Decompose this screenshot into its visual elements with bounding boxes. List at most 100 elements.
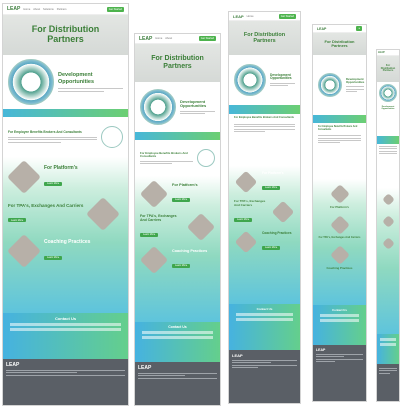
- footer-logo: LEAP: [138, 365, 152, 371]
- logo[interactable]: LEAP: [7, 6, 20, 12]
- nav-cta-button[interactable]: Get Started: [106, 6, 124, 12]
- platforms-title: For Platform's: [172, 183, 198, 187]
- tpa-image: [329, 215, 350, 235]
- coaching-image: [329, 245, 350, 265]
- coaching-image: [7, 234, 41, 268]
- coaching-image: [139, 245, 169, 275]
- audience-sections: For Platform's For TPA's, Exchanges And …: [313, 179, 366, 305]
- contact-field[interactable]: [380, 343, 396, 346]
- audience-sections: For Platform's Learn More For TPA's, Exc…: [135, 176, 220, 322]
- nav-link-about[interactable]: About: [33, 8, 40, 11]
- coaching-image: [234, 230, 258, 254]
- mobile-frame: LEAP For Distribution Partners Developme…: [376, 49, 400, 402]
- platforms-row: For Platform's Learn More: [7, 160, 123, 194]
- logo[interactable]: LEAP: [317, 27, 326, 31]
- tpa-row: For TPA's, Exchanges And Carriers Learn …: [234, 199, 295, 225]
- audience-sections: For Platform's Learn More For TPA's, Exc…: [3, 157, 128, 313]
- contact-section: Contact Us: [135, 322, 220, 362]
- footer: [377, 364, 399, 401]
- contact-field[interactable]: [142, 336, 213, 339]
- tpa-image: [186, 212, 216, 242]
- coaching-button[interactable]: Learn More: [262, 245, 281, 250]
- nav-link-about[interactable]: About: [165, 37, 172, 40]
- tpa-image: [271, 200, 295, 224]
- tpa-title: For TPA's, Exchanges And Carriers: [234, 199, 266, 207]
- contact-field[interactable]: [142, 331, 213, 334]
- platforms-button[interactable]: Learn More: [44, 181, 63, 186]
- tpa-row: For TPA's, Exchanges And Carriers Learn …: [8, 197, 123, 231]
- tpa-title: For TPA's, Exchanges And Carriers: [318, 236, 361, 239]
- footer: LEAP: [3, 359, 128, 405]
- nav-link-partners[interactable]: Partners: [57, 8, 67, 11]
- employee-benefits-section: [377, 144, 399, 188]
- employee-benefits-title: For Employee Benefits Brokers And Consul…: [234, 116, 295, 119]
- footer-logo: LEAP: [6, 362, 20, 368]
- employee-benefits-title: For Employee Benefits Brokers And Consul…: [8, 130, 82, 135]
- tpa-image: [86, 197, 121, 231]
- highlight-band: [313, 115, 366, 123]
- contact-title: Contact Us: [256, 307, 273, 311]
- nav-cta-button[interactable]: Get Started: [198, 36, 216, 41]
- nav-menu-button[interactable]: ≡: [356, 26, 362, 31]
- platforms-row: For Platform's Learn More: [139, 179, 215, 209]
- tpa-button[interactable]: Learn More: [234, 217, 253, 222]
- opportunities-section: Development Opportunities: [229, 55, 300, 105]
- tpa-button[interactable]: Learn More: [8, 218, 27, 222]
- top-nav: LEAP Home About Solutions Partners Get S…: [3, 4, 128, 15]
- hero-title: For Distribution Partners: [31, 24, 100, 44]
- tpa-title: For TPA's, Exchanges And Carriers: [8, 202, 84, 208]
- employee-benefits-section: For Employee Benefits Brokers And Consul…: [229, 114, 300, 166]
- nav-link-home[interactable]: Home: [247, 15, 254, 18]
- hero-banner: For Distribution Partners: [229, 21, 300, 55]
- nav-cta-button[interactable]: Get Started: [278, 13, 296, 19]
- employee-benefits-title: For Employee Benefits Brokers And Consul…: [140, 151, 188, 159]
- coaching-button[interactable]: Learn More: [44, 255, 63, 260]
- contact-field[interactable]: [320, 319, 359, 322]
- coaching-button[interactable]: Learn More: [172, 263, 191, 268]
- contact-field[interactable]: [236, 318, 293, 321]
- wheel-graphic: [379, 84, 397, 102]
- tpa-button[interactable]: Learn More: [140, 232, 159, 237]
- opportunities-title: Development Opportunities: [58, 72, 95, 85]
- logo[interactable]: LEAP: [378, 51, 385, 54]
- hero-title: For Distribution Partners: [243, 31, 286, 44]
- employee-benefits-section: For Employee Benefits Brokers And Consul…: [313, 123, 366, 179]
- hero-title: For Distribution Partners: [151, 55, 204, 70]
- contact-field[interactable]: [380, 338, 396, 341]
- employee-benefits-section: For Employee Benefits Brokers And Consul…: [3, 117, 128, 157]
- employee-benefits-title: For Employee Benefits Brokers And Consul…: [318, 126, 358, 131]
- highlight-band: [135, 132, 220, 140]
- highlight-band: [3, 109, 128, 117]
- coaching-row: Coaching Practices Learn More: [234, 230, 295, 254]
- platforms-button[interactable]: Learn More: [172, 197, 191, 202]
- contact-section: Contact Us: [3, 313, 128, 359]
- logo[interactable]: LEAP: [139, 36, 152, 42]
- coaching-image: [381, 237, 395, 250]
- opportunities-title: Development Opportunities: [270, 72, 292, 81]
- logo[interactable]: LEAP: [233, 14, 244, 19]
- coaching-title: Coaching Practices: [44, 239, 91, 245]
- platforms-image: [329, 184, 350, 204]
- platforms-button[interactable]: Learn More: [262, 185, 281, 190]
- wheel-graphic: [140, 89, 176, 125]
- wheel-graphic: [8, 59, 54, 105]
- platforms-row: For Platform's Learn More: [234, 170, 295, 194]
- coaching-title: Coaching Practices: [262, 231, 292, 235]
- hero-banner: For Distribution Partners: [3, 15, 128, 55]
- contact-field[interactable]: [236, 313, 293, 316]
- footer: LEAP: [135, 362, 220, 405]
- nav-link-home[interactable]: Home: [23, 8, 30, 11]
- footer-logo: LEAP: [232, 353, 243, 358]
- coaching-row: Coaching Practices Learn More: [7, 234, 123, 268]
- contact-field[interactable]: [320, 314, 359, 317]
- contact-field[interactable]: [10, 328, 121, 331]
- nav-link-solutions[interactable]: Solutions: [43, 8, 54, 11]
- contact-field[interactable]: [10, 323, 121, 326]
- tpa-image: [381, 215, 395, 228]
- opportunities-section: Development Opportunities: [313, 55, 366, 115]
- highlight-band: [229, 105, 300, 114]
- employee-benefits-section: For Employee Benefits Brokers And Consul…: [135, 140, 220, 176]
- small-tablet-frame: LEAP ≡ For Distribution Partners Develop…: [312, 24, 367, 402]
- nav-link-home[interactable]: Home: [155, 37, 162, 40]
- top-nav: LEAP Home Get Started: [229, 12, 300, 21]
